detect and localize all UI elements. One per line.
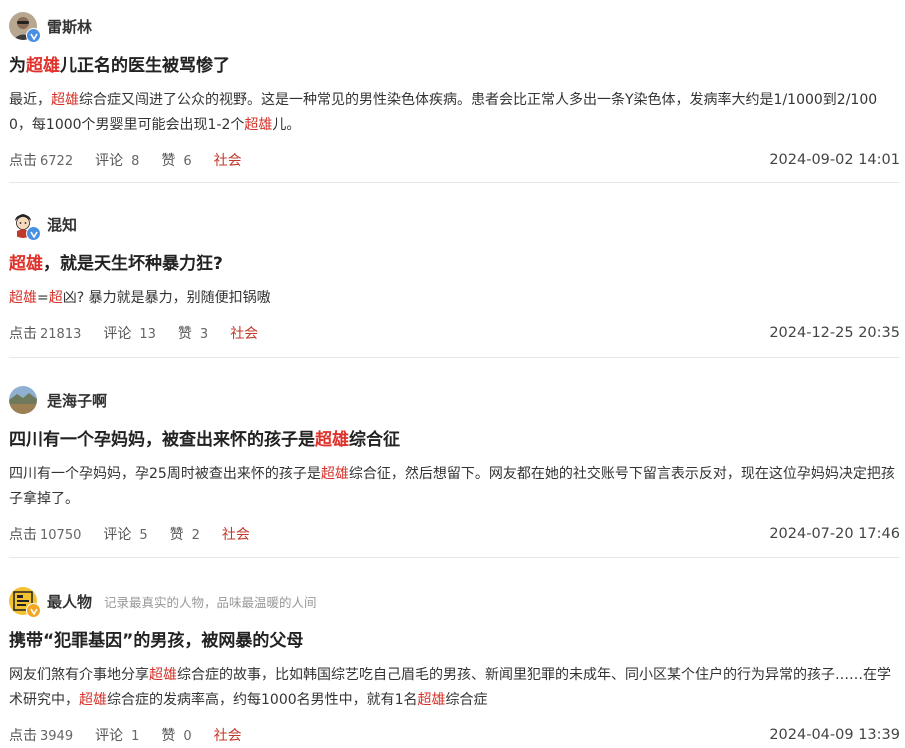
click-count: 点击 3949 [9, 728, 74, 744]
click-count: 点击 6722 [9, 153, 74, 169]
keyword-highlight: 超雄 [320, 466, 349, 482]
post-meta: 点击 3949 评论 1 赞0 社会 2024-04-09 13:39 [9, 723, 900, 747]
category-tag[interactable]: 社会 [230, 323, 258, 343]
post-card-3[interactable]: 是海子啊 四川有一个孕妈妈，被查出来怀的孩子是超雄综合征 四川有一个孕妈妈，孕2… [9, 384, 900, 546]
post-date: 2024-09-02 14:01 [769, 152, 900, 168]
keyword-highlight: 超雄 [9, 290, 37, 306]
author-row: 是海子啊 [9, 384, 900, 416]
author-avatar[interactable] [9, 210, 41, 241]
author-row: 最人物 记录最真实的人物，品味最温暖的人间 [9, 585, 900, 618]
category-tag[interactable]: 社会 [222, 524, 250, 544]
click-count: 点击 21813 [9, 326, 82, 342]
summary-text: 综合症的发病率高，约每1000名男性中，就有1名 [107, 692, 418, 708]
keyword-highlight: 超雄 [244, 117, 273, 133]
divider [9, 182, 900, 183]
keyword-highlight: 超雄 [79, 692, 107, 708]
author-name[interactable]: 最人物 [47, 591, 92, 612]
category-tag[interactable]: 社会 [214, 150, 242, 170]
keyword-highlight: 超雄 [417, 692, 446, 708]
summary-text: 综合症又闯进了公众的视野。这是一种常见的男性染色体疾病。患者会比正常人多出一条Y… [9, 92, 878, 133]
divider [9, 357, 900, 358]
post-card-4[interactable]: 最人物 记录最真实的人物，品味最温暖的人间 携带“犯罪基因”的男孩，被网暴的父母… [9, 585, 900, 747]
keyword-highlight: 超 [48, 290, 63, 306]
verified-v-icon [26, 603, 41, 618]
summary-text: 综合症 [445, 692, 488, 708]
author-bio: 记录最真实的人物，品味最温暖的人间 [104, 594, 317, 610]
author-avatar[interactable] [9, 12, 41, 43]
like-count[interactable]: 赞0 [161, 725, 191, 745]
post-date: 2024-04-09 13:39 [769, 727, 900, 743]
author-name[interactable]: 混知 [47, 214, 77, 235]
click-count: 点击 10750 [9, 527, 82, 543]
summary-text: 儿。 [272, 117, 301, 133]
post-summary[interactable]: 超雄=超凶? 暴力就是暴力，别随便扣锅嗷 [9, 286, 899, 311]
like-count[interactable]: 赞3 [178, 323, 208, 343]
comment-count[interactable]: 评论 5 [103, 524, 147, 544]
author-name[interactable]: 是海子啊 [47, 390, 107, 411]
post-title[interactable]: 超雄，就是天生坏种暴力狂? [9, 252, 900, 276]
author-row: 混知 [9, 208, 900, 241]
post-summary[interactable]: 网友们煞有介事地分享超雄综合症的故事，比如韩国综艺吃自己眉毛的男孩、新闻里犯罪的… [9, 663, 899, 713]
like-count[interactable]: 赞2 [170, 524, 200, 544]
post-summary[interactable]: 四川有一个孕妈妈，孕25周时被查出来怀的孩子是超雄综合征，然后想留下。网友都在她… [9, 462, 899, 512]
comment-count[interactable]: 评论 1 [95, 725, 139, 745]
comment-count[interactable]: 评论 8 [95, 150, 139, 170]
author-row: 雷斯林 [9, 10, 900, 43]
divider [9, 557, 900, 558]
author-avatar[interactable] [9, 587, 41, 618]
summary-text: 四川有一个孕妈妈，孕25周时被查出来怀的孩子是 [9, 466, 321, 482]
author-name[interactable]: 雷斯林 [47, 16, 92, 37]
verified-v-icon [26, 226, 41, 241]
keyword-highlight: 超雄 [149, 667, 177, 683]
post-title[interactable]: 携带“犯罪基因”的男孩，被网暴的父母 [9, 629, 900, 653]
post-meta: 点击 6722 评论 8 赞6 社会 2024-09-02 14:01 [9, 148, 900, 172]
post-card-1[interactable]: 雷斯林 为超雄儿正名的医生被骂惨了 最近，超雄综合症又闯进了公众的视野。这是一种… [9, 10, 900, 172]
comment-count[interactable]: 评论 13 [103, 323, 156, 343]
post-summary[interactable]: 最近，超雄综合症又闯进了公众的视野。这是一种常见的男性染色体疾病。患者会比正常人… [9, 88, 899, 138]
verified-v-icon [26, 28, 41, 43]
keyword-highlight: 超雄 [51, 92, 79, 108]
post-meta: 点击 21813 评论 13 赞3 社会 2024-12-25 20:35 [9, 321, 900, 345]
summary-text: 最近， [9, 92, 51, 108]
post-date: 2024-07-20 17:46 [769, 526, 900, 542]
search-result-feed: 雷斯林 为超雄儿正名的医生被骂惨了 最近，超雄综合症又闯进了公众的视野。这是一种… [0, 0, 905, 748]
author-avatar[interactable] [9, 386, 37, 414]
summary-text: 网友们煞有介事地分享 [9, 667, 149, 683]
post-date: 2024-12-25 20:35 [769, 325, 900, 341]
post-title[interactable]: 四川有一个孕妈妈，被查出来怀的孩子是超雄综合征 [9, 428, 900, 452]
post-card-2[interactable]: 混知 超雄，就是天生坏种暴力狂? 超雄=超凶? 暴力就是暴力，别随便扣锅嗷 点击… [9, 208, 900, 345]
post-meta: 点击 10750 评论 5 赞2 社会 2024-07-20 17:46 [9, 522, 900, 546]
like-count[interactable]: 赞6 [161, 150, 191, 170]
category-tag[interactable]: 社会 [214, 725, 242, 745]
summary-text: = [37, 290, 49, 306]
post-title[interactable]: 为超雄儿正名的医生被骂惨了 [9, 54, 900, 78]
summary-text: 凶? 暴力就是暴力，别随便扣锅嗷 [62, 290, 271, 306]
